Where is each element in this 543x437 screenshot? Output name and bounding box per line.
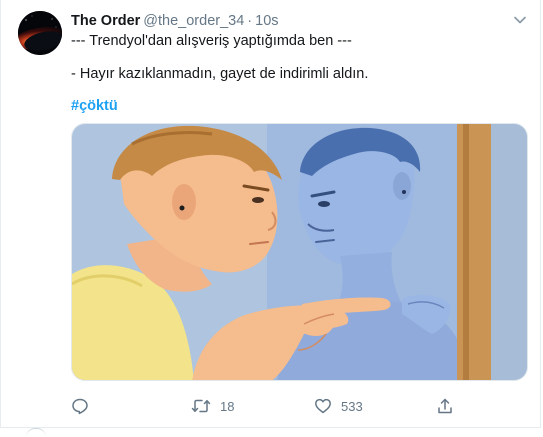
share-button[interactable] [436,396,463,416]
heart-icon [315,398,331,414]
retweet-count: 18 [220,398,235,414]
retweet-icon [191,399,211,413]
like-count: 533 [341,398,363,414]
separator-dot: · [247,13,253,29]
like-button[interactable]: 533 [314,396,363,416]
next-tweet-avatar-edge [26,428,46,437]
tweet-text-line: - Hayır kazıklanmadın, gayet de indiriml… [71,66,369,82]
avatar-image [18,11,62,55]
tweet-text-line: --- Trendyol'dan alışveriş yaptığımda be… [71,33,352,49]
retweet-button[interactable]: 18 [191,396,234,416]
timestamp[interactable]: 10s [255,13,278,29]
share-icon [438,398,452,414]
tweet-card[interactable]: The Order @the_order_34 · 10s --- Trendyol'… [0,0,541,428]
more-options-button[interactable] [512,13,528,27]
tweet-header: The Order @the_order_34 · 10s [71,12,279,30]
chevron-down-icon [514,16,526,24]
user-handle[interactable]: @the_order_34 [143,13,244,29]
reply-icon [72,398,88,415]
hashtag-link[interactable]: #çöktü [71,97,118,115]
meme-illustration [72,124,527,380]
reply-button[interactable] [71,396,98,416]
display-name[interactable]: The Order [71,13,140,29]
tweet-actions: 18 533 [1,396,542,416]
avatar[interactable] [18,11,62,55]
tweet-media-image[interactable] [71,123,528,381]
